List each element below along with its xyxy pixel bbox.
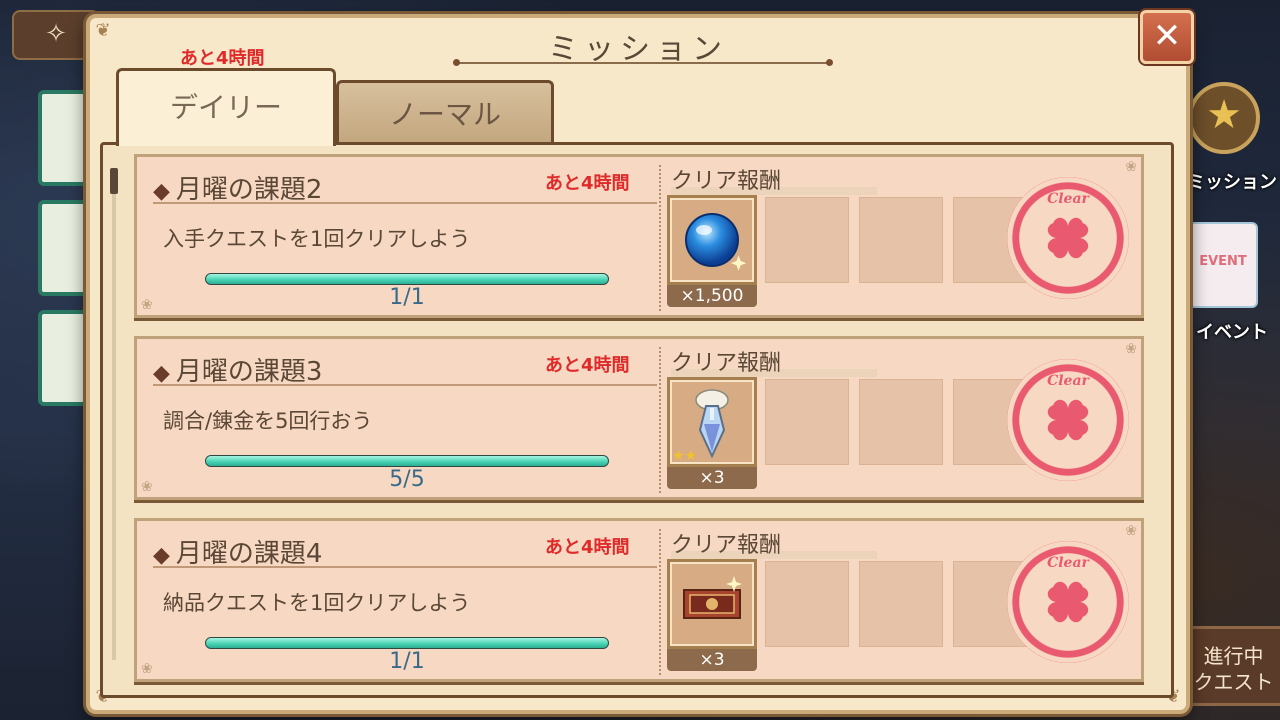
close-button[interactable]: ✕ bbox=[1140, 10, 1194, 64]
clover-icon bbox=[1047, 217, 1089, 259]
title-underline bbox=[153, 566, 657, 568]
empty-reward-slot bbox=[765, 561, 849, 647]
progress-bar bbox=[205, 273, 609, 285]
mission-description: 調合/錬金を5回行おう bbox=[163, 409, 373, 433]
reward-item-slot[interactable]: ★★ bbox=[667, 377, 757, 467]
progress-count: 1/1 bbox=[389, 285, 425, 310]
reward-item-slot[interactable] bbox=[667, 559, 757, 649]
reward-label: クリア報酬 bbox=[671, 351, 782, 376]
corner-ornament-icon: ❀ bbox=[1125, 523, 1137, 539]
section-divider bbox=[659, 347, 661, 493]
corner-ornament-icon: ❀ bbox=[141, 661, 153, 677]
mission-medal-icon[interactable] bbox=[1188, 82, 1260, 154]
title-underline bbox=[153, 384, 657, 386]
progress-btn-line1: 進行中 bbox=[1203, 644, 1264, 668]
reward-item-slot[interactable] bbox=[667, 195, 757, 285]
clover-icon bbox=[1047, 581, 1089, 623]
mission-description: 入手クエストを1回クリアしよう bbox=[163, 227, 471, 251]
mission-description: 納品クエストを1回クリアしよう bbox=[163, 591, 471, 615]
mission-timer: あと4時間 bbox=[545, 355, 630, 376]
reward-quantity: ×3 bbox=[667, 649, 757, 671]
corner-ornament-icon: ❀ bbox=[141, 479, 153, 495]
mission-card[interactable]: ◆ 月曜の課題4 あと4時間 納品クエストを1回クリアしよう 1/1 クリア報酬 … bbox=[134, 518, 1144, 682]
clear-stamp: Clear bbox=[1007, 359, 1129, 481]
mission-title: ◆ 月曜の課題2 bbox=[153, 169, 322, 206]
tab-normal[interactable]: ノーマル bbox=[336, 80, 554, 144]
tab-daily[interactable]: デイリー bbox=[116, 68, 336, 146]
blue-orb-icon bbox=[685, 213, 747, 271]
mission-card[interactable]: ◆ 月曜の課題2 あと4時間 入手クエストを1回クリアしよう 1/1 クリア報酬 … bbox=[134, 154, 1144, 318]
diamond-bullet-icon: ◆ bbox=[153, 361, 170, 386]
progress-bar-fill bbox=[206, 638, 608, 648]
reward-quantity: ×3 bbox=[667, 467, 757, 489]
progress-bar-fill bbox=[206, 274, 608, 284]
progress-count: 1/1 bbox=[389, 649, 425, 674]
clear-stamp-text: Clear bbox=[1047, 555, 1089, 571]
title-underline bbox=[153, 202, 657, 204]
clear-stamp: Clear bbox=[1007, 541, 1129, 663]
corner-ornament-icon: ❀ bbox=[141, 297, 153, 313]
empty-reward-slot bbox=[859, 379, 943, 465]
diamond-bullet-icon: ◆ bbox=[153, 179, 170, 204]
empty-reward-slot bbox=[859, 197, 943, 283]
mission-side-label[interactable]: ミッション bbox=[1184, 168, 1280, 194]
event-side-label[interactable]: イベント bbox=[1184, 318, 1280, 344]
empty-reward-slot bbox=[765, 197, 849, 283]
section-divider bbox=[659, 529, 661, 675]
mission-title-text: 月曜の課題3 bbox=[175, 357, 323, 387]
corner-ornament-icon: ❀ bbox=[1125, 159, 1137, 175]
quest-in-progress-button[interactable]: 進行中 クエスト bbox=[1184, 626, 1280, 706]
mission-title: ◆ 月曜の課題3 bbox=[153, 351, 322, 388]
mission-title-text: 月曜の課題2 bbox=[175, 175, 323, 205]
clover-icon bbox=[1047, 399, 1089, 441]
reward-quantity: ×1,500 bbox=[667, 285, 757, 307]
clear-stamp-text: Clear bbox=[1047, 373, 1089, 389]
mission-title: ◆ 月曜の課題4 bbox=[153, 533, 322, 570]
scrollbar-thumb[interactable] bbox=[110, 168, 118, 194]
section-divider bbox=[659, 165, 661, 311]
mission-card[interactable]: ◆ 月曜の課題3 あと4時間 調合/錬金を5回行おう 5/5 クリア報酬 ★★ ×… bbox=[134, 336, 1144, 500]
empty-reward-slot bbox=[765, 379, 849, 465]
title-divider bbox=[453, 59, 833, 66]
rarity-stars: ★★ bbox=[672, 448, 698, 464]
ticket-icon bbox=[683, 576, 742, 619]
scrollbar-track[interactable] bbox=[112, 168, 116, 660]
progress-btn-line2: クエスト bbox=[1193, 670, 1274, 694]
mission-timer: あと4時間 bbox=[545, 173, 630, 194]
mission-timer: あと4時間 bbox=[545, 537, 630, 558]
reward-label: クリア報酬 bbox=[671, 533, 782, 558]
progress-count: 5/5 bbox=[389, 467, 425, 492]
progress-bar-fill bbox=[206, 456, 608, 466]
corner-ornament-icon: ❀ bbox=[1125, 341, 1137, 357]
reward-label: クリア報酬 bbox=[671, 169, 782, 194]
daily-reset-timer: あと4時間 bbox=[180, 48, 265, 69]
progress-bar bbox=[205, 637, 609, 649]
empty-reward-slot bbox=[859, 561, 943, 647]
diamond-bullet-icon: ◆ bbox=[153, 543, 170, 568]
clear-stamp-text: Clear bbox=[1047, 191, 1089, 207]
mission-title-text: 月曜の課題4 bbox=[175, 539, 323, 569]
clear-stamp: Clear bbox=[1007, 177, 1129, 299]
progress-bar bbox=[205, 455, 609, 467]
event-card-icon[interactable]: EVENT bbox=[1188, 222, 1258, 308]
